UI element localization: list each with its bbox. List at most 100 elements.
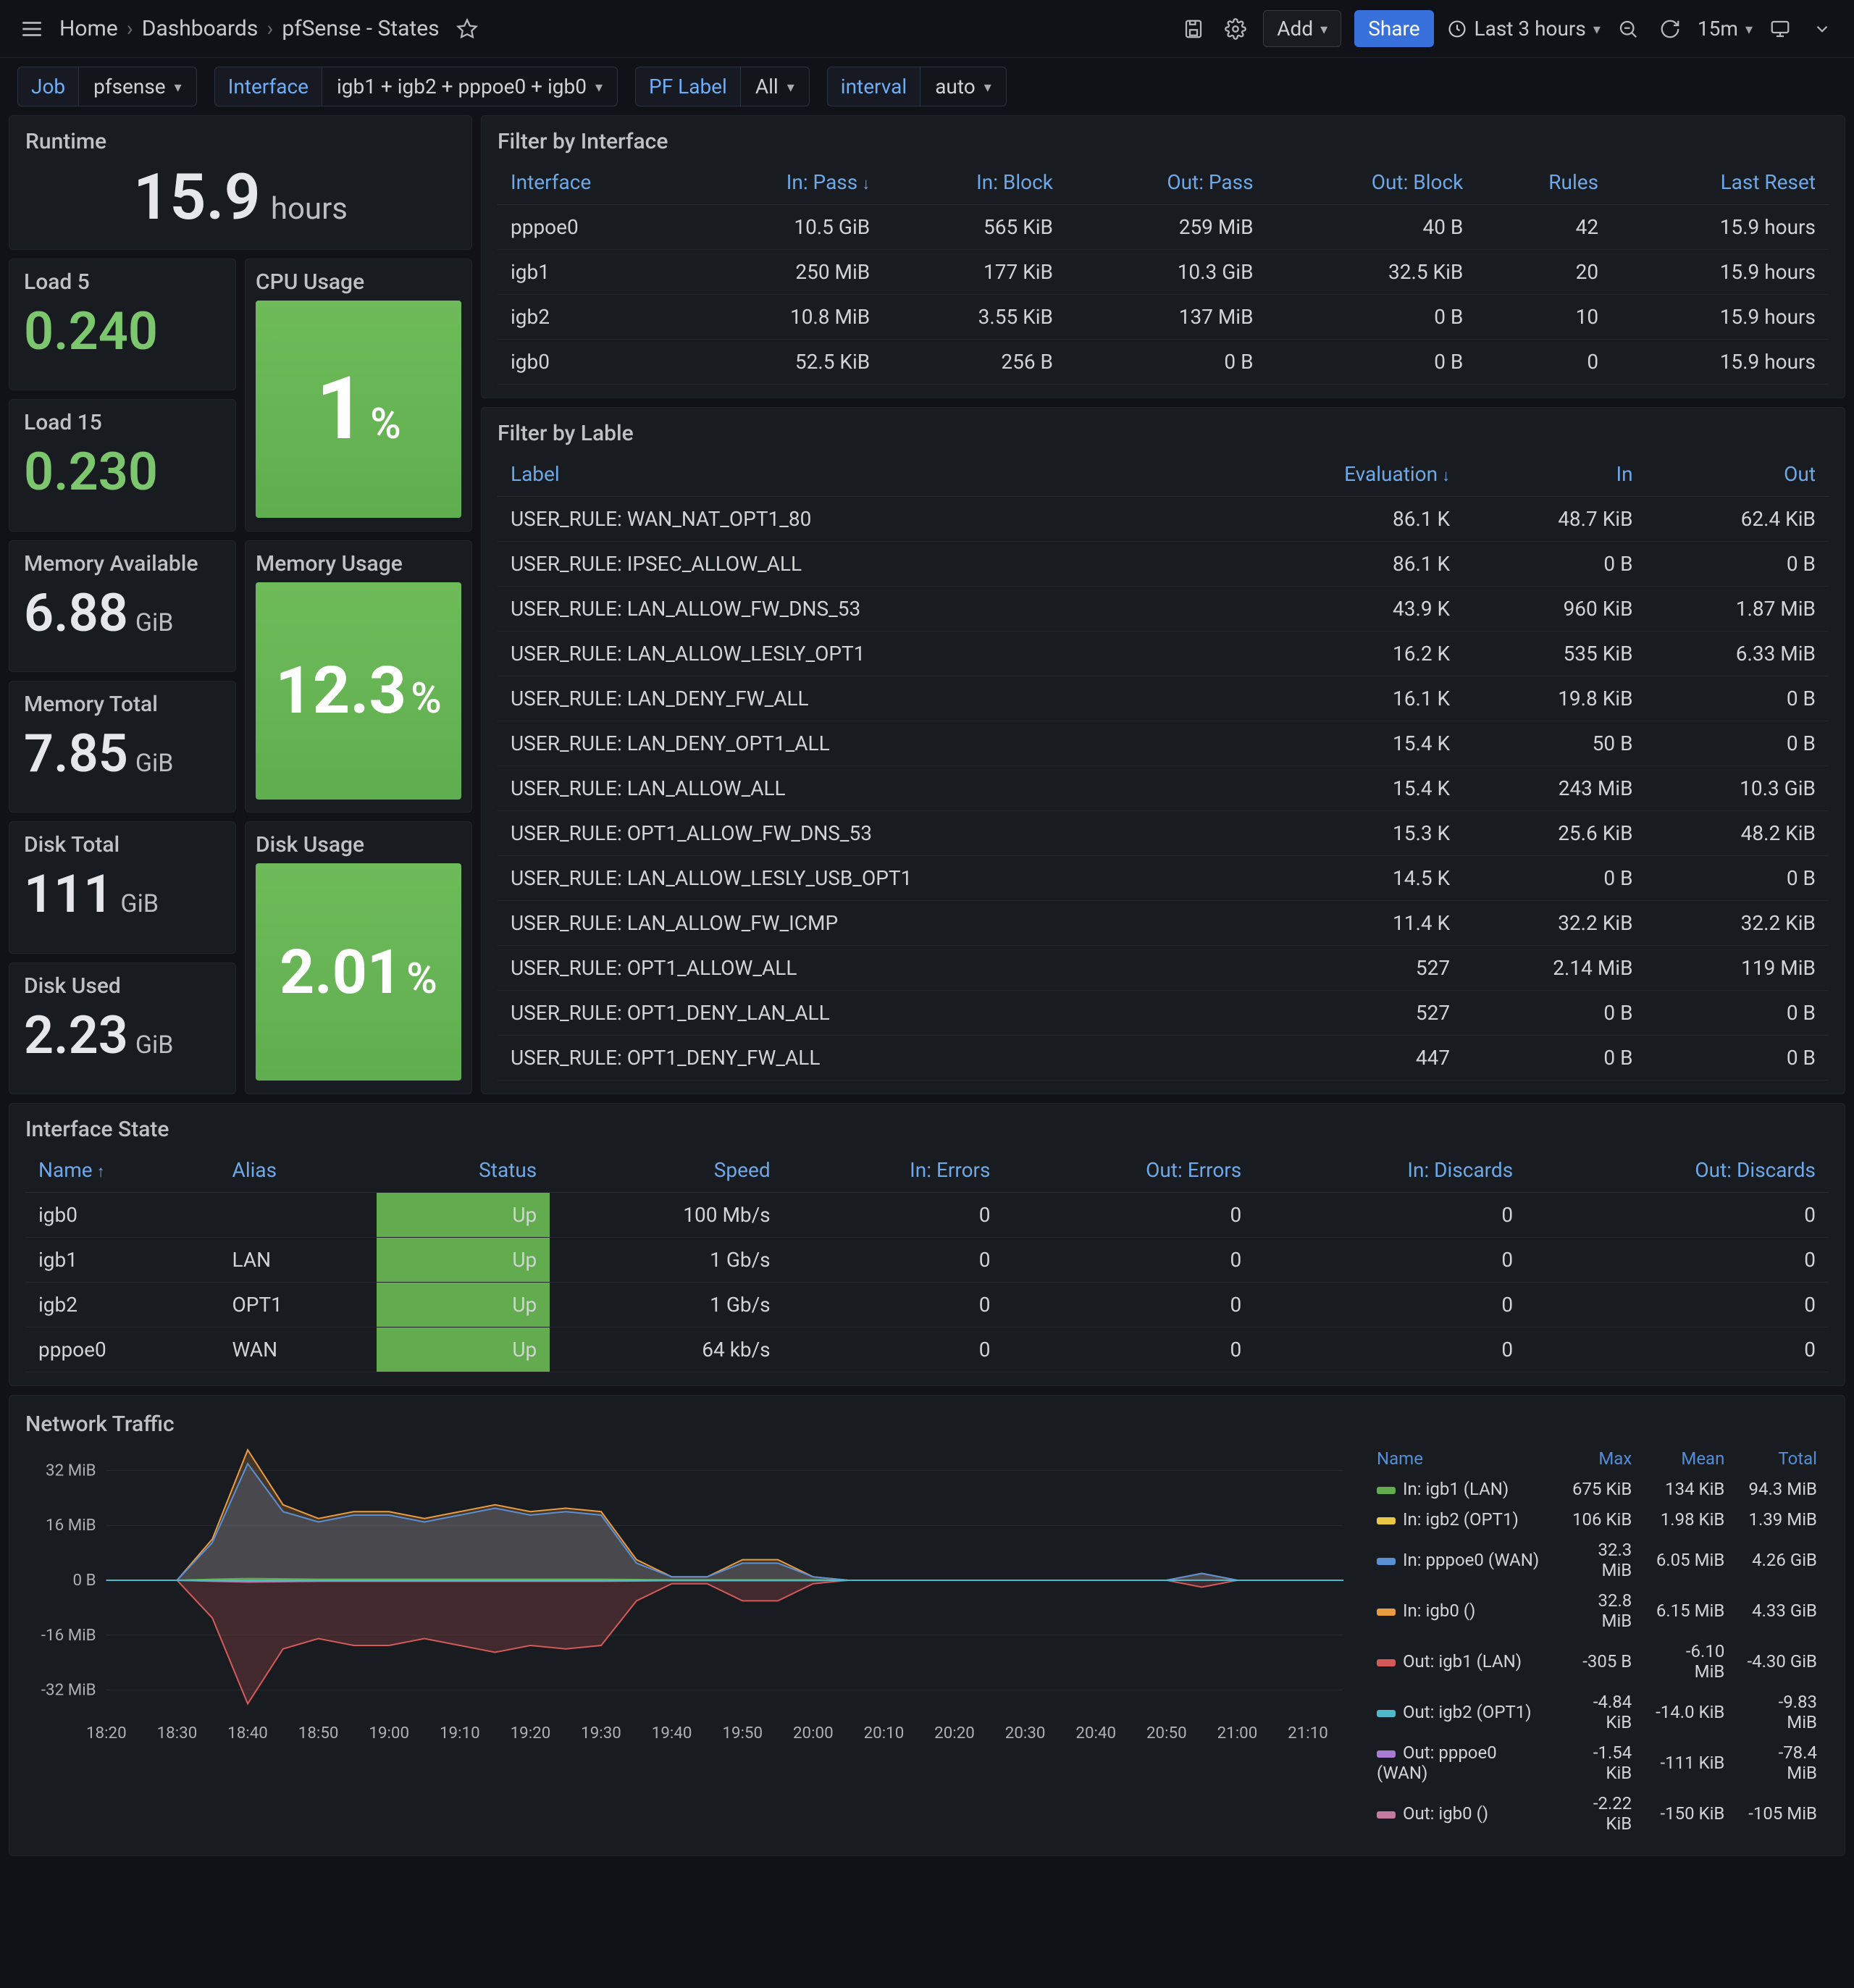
table-header[interactable]: Out [1646,452,1829,497]
save-icon[interactable] [1179,14,1208,43]
table-header[interactable]: Name↑ [25,1148,219,1193]
table-header[interactable]: Label [498,452,1236,497]
svg-text:20:20: 20:20 [934,1724,975,1742]
legend-swatch [1377,1659,1396,1666]
svg-text:-16 MiB: -16 MiB [41,1626,96,1645]
panel-memory-usage[interactable]: Memory Usage 12.3% [245,540,472,813]
table-row[interactable]: USER_RULE: OPT1_ALLOW_FW_DNS_5315.3 K25.… [498,811,1829,856]
legend-row[interactable]: In: pppoe0 (WAN)32.3 MiB6.05 MiB4.26 GiB [1367,1535,1827,1585]
refresh-interval[interactable]: 15m ▾ [1698,11,1753,46]
panel-filter-by-label[interactable]: Filter by Lable LabelEvaluation↓InOutUSE… [481,407,1845,1094]
table-row[interactable]: USER_RULE: LAN_DENY_OPT1_ALL15.4 K50 B0 … [498,721,1829,766]
table-header[interactable]: Max [1555,1444,1642,1473]
panel-load15[interactable]: Load 15 0.230 [9,399,236,531]
table-row[interactable]: igb210.8 MiB3.55 KiB137 MiB0 B1015.9 hou… [498,295,1829,340]
table-header[interactable]: Out: Errors [1004,1148,1255,1193]
table-row[interactable]: igb1250 MiB177 KiB10.3 GiB32.5 KiB2015.9… [498,250,1829,295]
panel-runtime[interactable]: Runtime 15.9hours [9,115,472,250]
refresh-icon[interactable] [1656,14,1685,43]
legend-row[interactable]: Out: pppoe0 (WAN)-1.54 KiB-111 KiB-78.4 … [1367,1738,1827,1787]
table-row[interactable]: igb2OPT1Up1 Gb/s0000 [25,1283,1829,1328]
table-row[interactable]: USER_RULE: WAN_NAT_OPT1_8086.1 K48.7 KiB… [498,497,1829,542]
gear-icon[interactable] [1221,14,1250,43]
table-header[interactable]: Rules [1476,160,1611,205]
table-row[interactable]: igb0Up100 Mb/s0000 [25,1193,1829,1238]
table-header[interactable]: Speed [550,1148,783,1193]
menu-icon[interactable] [17,14,46,43]
legend-row[interactable]: In: igb1 (LAN)675 KiB134 KiB94.3 MiB [1367,1475,1827,1503]
table-header[interactable]: Interface [498,160,687,205]
panel-load5[interactable]: Load 5 0.240 [9,259,236,390]
panel-filter-by-interface[interactable]: Filter by Interface InterfaceIn: Pass↓In… [481,115,1845,398]
table-header[interactable]: In [1463,452,1645,497]
svg-text:20:00: 20:00 [793,1724,834,1742]
panel-memory-available[interactable]: Memory Available 6.88GiB [9,540,236,672]
zoom-out-icon[interactable] [1614,14,1643,43]
svg-text:16 MiB: 16 MiB [46,1516,96,1535]
panel-cpu-usage[interactable]: CPU Usage 1% [245,259,472,532]
legend-row[interactable]: In: igb2 (OPT1)106 KiB1.98 KiB1.39 MiB [1367,1505,1827,1534]
var-interface[interactable]: Interface igb1 + igb2 + pppoe0 + igb0▾ [214,67,618,106]
table-row[interactable]: USER_RULE: IPSEC_ALLOW_ALL86.1 K0 B0 B [498,542,1829,587]
monitor-icon[interactable] [1766,14,1795,43]
table-row[interactable]: USER_RULE: LAN_DENY_FW_ALL16.1 K19.8 KiB… [498,676,1829,721]
table-header[interactable]: Out: Pass [1066,160,1267,205]
table-header[interactable]: In: Discards [1254,1148,1526,1193]
svg-text:19:30: 19:30 [581,1724,621,1742]
panel-memory-total[interactable]: Memory Total 7.85GiB [9,681,236,813]
add-button[interactable]: Add▾ [1263,10,1341,47]
breadcrumb-current[interactable]: pfSense - States [282,16,439,41]
table-row[interactable]: USER_RULE: OPT1_DENY_LAN_ALL5270 B0 B [498,991,1829,1036]
table-row[interactable]: USER_RULE: LAN_ALLOW_LESLY_USB_OPT114.5 … [498,856,1829,901]
chevron-down-icon: ▾ [175,78,182,96]
panel-network-traffic[interactable]: Network Traffic -32 MiB-16 MiB0 B16 MiB3… [9,1395,1845,1856]
table-row[interactable]: pppoe0WANUp64 kb/s0000 [25,1328,1829,1372]
table-row[interactable]: USER_RULE: LAN_ALLOW_LESLY_OPT116.2 K535… [498,632,1829,676]
table-header[interactable]: Alias [219,1148,377,1193]
var-interval[interactable]: interval auto▾ [827,67,1007,106]
legend-swatch [1377,1750,1396,1758]
table-header[interactable]: Last Reset [1611,160,1829,205]
legend-row[interactable]: Out: igb2 (OPT1)-4.84 KiB-14.0 KiB-9.83 … [1367,1687,1827,1737]
table-header[interactable]: Evaluation↓ [1236,452,1463,497]
table-header[interactable]: Mean [1643,1444,1735,1473]
network-traffic-chart[interactable]: -32 MiB-16 MiB0 B16 MiB32 MiB18:2018:301… [25,1443,1351,1747]
chevron-down-icon: ▾ [787,78,794,96]
svg-text:18:30: 18:30 [157,1724,198,1742]
star-icon[interactable] [453,14,482,43]
legend-row[interactable]: Out: igb0 ()-2.22 KiB-150 KiB-105 MiB [1367,1789,1827,1838]
svg-text:20:10: 20:10 [864,1724,905,1742]
table-row[interactable]: USER_RULE: OPT1_ALLOW_ALL5272.14 MiB119 … [498,946,1829,991]
svg-text:32 MiB: 32 MiB [46,1461,96,1480]
table-filter-interface: InterfaceIn: Pass↓In: BlockOut: PassOut:… [498,160,1829,385]
share-button[interactable]: Share [1354,10,1433,47]
table-header[interactable]: In: Pass↓ [687,160,883,205]
breadcrumb-dashboards[interactable]: Dashboards [142,16,259,41]
table-row[interactable]: pppoe010.5 GiB565 KiB259 MiB40 B4215.9 h… [498,205,1829,250]
table-header[interactable]: Status [377,1148,550,1193]
chevron-down-icon[interactable] [1808,14,1837,43]
table-header[interactable]: Out: Block [1267,160,1477,205]
table-row[interactable]: USER_RULE: LAN_ALLOW_FW_ICMP11.4 K32.2 K… [498,901,1829,946]
legend-row[interactable]: Out: igb1 (LAN)-305 B-6.10 MiB-4.30 GiB [1367,1637,1827,1686]
table-header[interactable]: Name [1367,1444,1553,1473]
var-job[interactable]: Job pfsense▾ [17,67,197,106]
panel-disk-usage[interactable]: Disk Usage 2.01% [245,821,472,1094]
table-row[interactable]: USER_RULE: LAN_ALLOW_FW_DNS_5343.9 K960 … [498,587,1829,632]
time-range[interactable]: Last 3 hours ▾ [1447,11,1601,46]
breadcrumb-home[interactable]: Home [59,16,118,41]
table-row[interactable]: USER_RULE: LAN_ALLOW_ALL15.4 K243 MiB10.… [498,766,1829,811]
panel-disk-used[interactable]: Disk Used 2.23GiB [9,962,236,1094]
panel-disk-total[interactable]: Disk Total 111GiB [9,821,236,953]
legend-row[interactable]: In: igb0 ()32.8 MiB6.15 MiB4.33 GiB [1367,1586,1827,1635]
var-pf-label[interactable]: PF Label All▾ [635,67,810,106]
table-header[interactable]: Total [1736,1444,1827,1473]
panel-interface-state[interactable]: Interface State Name↑AliasStatusSpeedIn:… [9,1103,1845,1386]
table-row[interactable]: igb1LANUp1 Gb/s0000 [25,1238,1829,1283]
chevron-down-icon: ▾ [595,78,603,96]
table-row[interactable]: igb052.5 KiB256 B0 B0 B015.9 hours [498,340,1829,385]
table-row[interactable]: USER_RULE: OPT1_DENY_FW_ALL4470 B0 B [498,1036,1829,1081]
table-header[interactable]: Out: Discards [1526,1148,1829,1193]
table-header[interactable]: In: Errors [784,1148,1004,1193]
table-header[interactable]: In: Block [883,160,1066,205]
